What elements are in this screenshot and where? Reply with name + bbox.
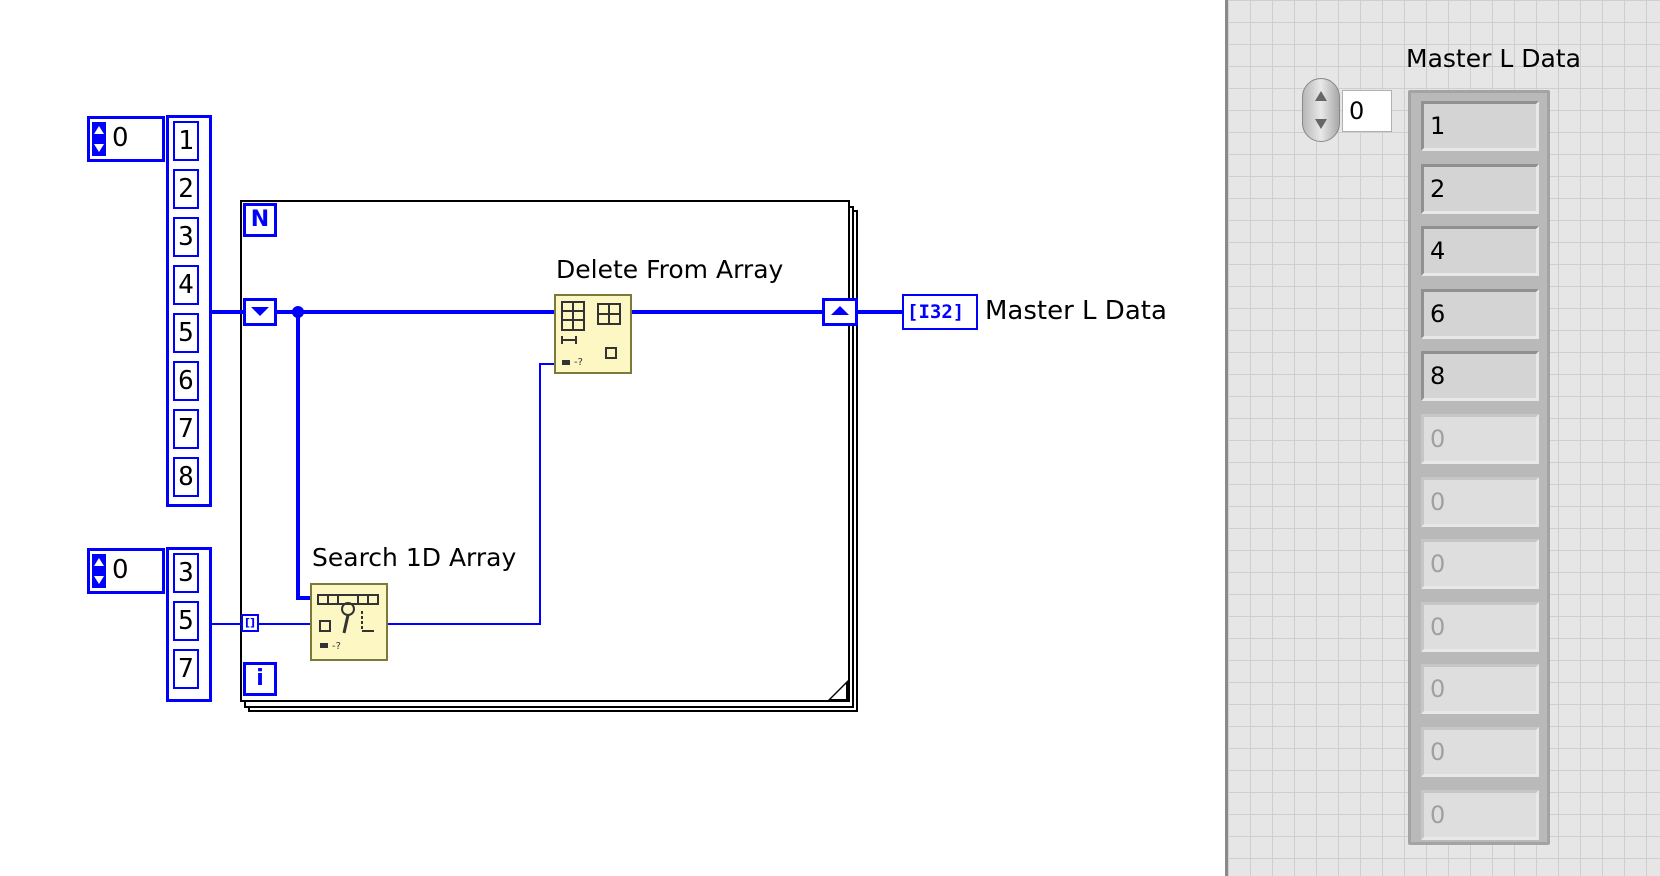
array-element: 4: [1421, 226, 1539, 277]
shift-register-left-face: [246, 301, 274, 323]
array-element[interactable]: 5: [173, 313, 199, 353]
svg-text:-?: -?: [574, 357, 583, 368]
array-indicator-label: Master L Data: [1406, 44, 1581, 73]
array-element[interactable]: 8: [173, 457, 199, 497]
array-element-empty: 0: [1421, 476, 1539, 527]
wire-branch-down-to-search[interactable]: [296, 310, 300, 600]
array-element: 6: [1421, 288, 1539, 339]
array-1-index-control[interactable]: 0: [87, 116, 165, 162]
wire-delete-to-shift-register[interactable]: [632, 310, 824, 314]
search-array-icon: -?: [317, 594, 379, 652]
array-element[interactable]: 7: [173, 409, 199, 449]
index-spinner-icon[interactable]: [92, 122, 106, 156]
array-index-display[interactable]: 0: [1342, 90, 1392, 132]
loop-iteration-label: i: [246, 665, 274, 693]
block-diagram: 0 1 2 3 4 5 6 7 8 0 3 5 7 N i [] Search 1D Array …: [0, 0, 1225, 876]
array-element[interactable]: 6: [173, 361, 199, 401]
wire-array1-to-shift-register[interactable]: [212, 310, 244, 314]
shift-register-right[interactable]: [822, 298, 858, 326]
array-element-empty: 0: [1421, 414, 1539, 464]
array-element[interactable]: 5: [173, 601, 199, 641]
delete-array-icon: -?: [561, 301, 621, 368]
array-indicator: 1 2 4 6 8 0 0 0 0 0 0 0: [1408, 90, 1550, 845]
index-spinner-icon[interactable]: [1302, 78, 1340, 142]
front-panel: Master L Data 0 1 2 4 6 8 0 0 0 0 0 0 0: [1225, 0, 1660, 876]
loop-count-label: N: [246, 206, 274, 234]
wire-to-indicator[interactable]: [858, 310, 902, 314]
up-arrow-icon: [831, 306, 849, 315]
loop-iteration-terminal[interactable]: i: [243, 662, 277, 696]
wire-junction: [292, 306, 304, 318]
indicator-name-label: Master L Data: [985, 296, 1167, 326]
search-1d-array-node[interactable]: -?: [310, 583, 388, 661]
array-element: 2: [1421, 163, 1539, 214]
array-constant-1[interactable]: 1 2 3 4 5 6 7 8: [166, 115, 212, 507]
shift-register-left[interactable]: [243, 298, 277, 326]
indicator-type-label: [I32]: [907, 301, 965, 323]
down-arrow-icon: [251, 307, 269, 316]
array-element[interactable]: 3: [173, 217, 199, 257]
loop-count-terminal[interactable]: N: [243, 203, 277, 237]
array-element[interactable]: 7: [173, 649, 199, 689]
array-element: 1: [1421, 101, 1539, 151]
svg-text:-?: -?: [332, 641, 341, 652]
array-element-empty: 0: [1421, 601, 1539, 652]
indicator-terminal[interactable]: [I32]: [902, 294, 978, 330]
array-element: 8: [1421, 351, 1539, 402]
wire-array2-to-tunnel[interactable]: [212, 623, 242, 625]
wire-shift-register-to-delete[interactable]: [276, 310, 554, 314]
shift-register-right-face: [825, 301, 855, 323]
wire-to-delete-index[interactable]: [539, 363, 554, 365]
wire-vertical-to-delete[interactable]: [539, 363, 541, 625]
array-1-index-value[interactable]: 0: [112, 121, 129, 155]
array-element[interactable]: 1: [173, 121, 199, 161]
array-element[interactable]: 3: [173, 553, 199, 593]
delete-node-label: Delete From Array: [556, 255, 784, 284]
wire-tunnel-to-search[interactable]: [258, 623, 312, 625]
array-2-index-value[interactable]: 0: [112, 553, 129, 587]
search-node-label: Search 1D Array: [312, 543, 517, 572]
array-element-empty: 0: [1421, 664, 1539, 715]
array-2-index-control[interactable]: 0: [87, 548, 165, 594]
delete-from-array-node[interactable]: -?: [554, 294, 632, 374]
indexing-tunnel[interactable]: []: [241, 614, 259, 632]
index-spinner-icon[interactable]: [92, 554, 106, 588]
array-element[interactable]: 2: [173, 169, 199, 209]
array-element-empty: 0: [1421, 539, 1539, 590]
array-constant-2[interactable]: 3 5 7: [166, 547, 212, 702]
wire-search-index-out[interactable]: [388, 623, 540, 625]
array-element[interactable]: 4: [173, 265, 199, 305]
array-element-empty: 0: [1421, 789, 1539, 840]
array-element-empty: 0: [1421, 727, 1539, 777]
for-loop-corner-inner: [831, 684, 846, 699]
